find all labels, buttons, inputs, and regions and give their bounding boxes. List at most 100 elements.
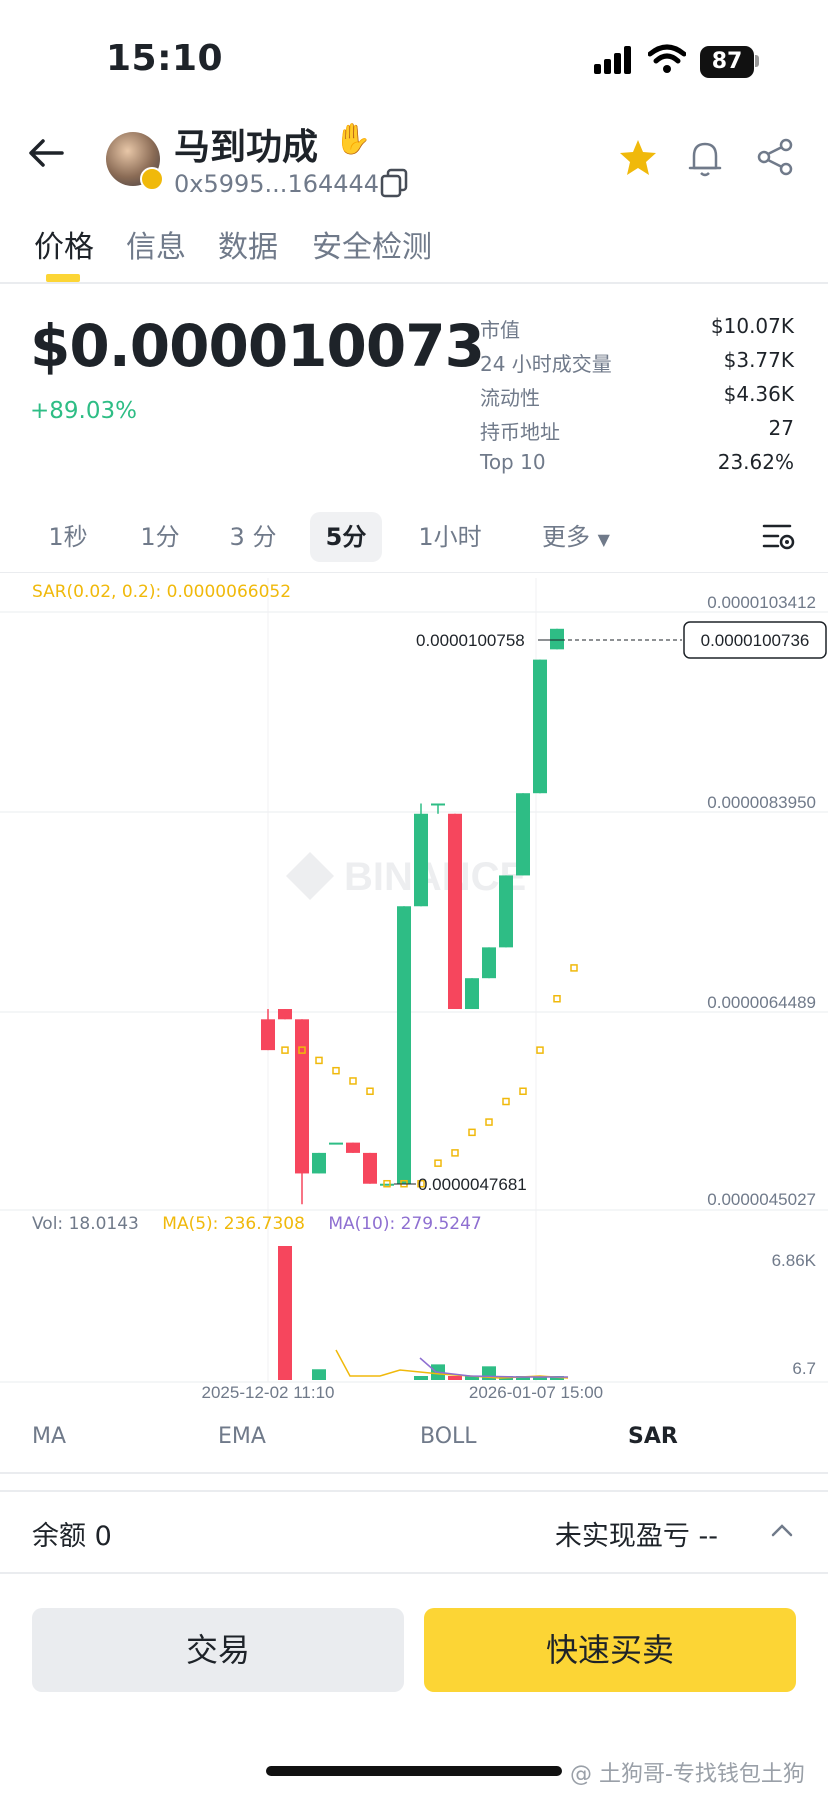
favorite-star-icon[interactable] (618, 138, 658, 176)
interval-5m[interactable]: 5分 (310, 512, 382, 562)
interval-more[interactable]: 更多 ▼ (526, 512, 626, 562)
sar-dot (366, 1087, 374, 1095)
tab-info[interactable]: 信息 (126, 222, 186, 266)
current-price-label: 0.0000100736 (701, 631, 810, 650)
sar-dot (485, 1118, 493, 1126)
bell-icon[interactable] (686, 138, 724, 178)
source-watermark: @ 土狗哥-专找钱包土狗 (570, 1762, 805, 1787)
caret-down-icon: ▼ (597, 530, 610, 549)
current-price: $0.000010073 (30, 312, 485, 380)
balance-label: 余额 0 (32, 1521, 112, 1552)
candlestick-chart[interactable]: BINANCE 0.0000103412 0.0000083950 0.0000… (0, 574, 828, 1404)
candle-body (278, 1009, 292, 1020)
sar-dot (434, 1159, 442, 1167)
copy-icon[interactable] (380, 168, 408, 198)
sar-dot (332, 1066, 340, 1075)
stat-holders-value: 27 (768, 416, 794, 440)
stat-top10-value: 23.62% (717, 450, 794, 474)
back-arrow-icon[interactable] (28, 138, 64, 168)
indicator-sar[interactable]: SAR (628, 1424, 678, 1449)
status-time: 15:10 (106, 38, 224, 79)
tab-security-check[interactable]: 安全检测 (312, 222, 432, 266)
divider (0, 572, 828, 573)
candle-body (397, 906, 411, 1184)
sar-dot (502, 1097, 510, 1106)
share-icon[interactable] (756, 138, 794, 176)
divider (0, 1472, 828, 1474)
candle-body (533, 659, 547, 794)
stat-market-cap-value: $10.07K (710, 314, 794, 338)
x-axis-labels: 2025-12-02 11:10 2026-01-07 15:00 (202, 1383, 604, 1402)
indicator-ema[interactable]: EMA (218, 1424, 266, 1449)
candle-body (431, 803, 445, 806)
x-tick-2: 2026-01-07 15:00 (469, 1383, 603, 1402)
chart-settings-icon[interactable] (762, 522, 796, 552)
volume-bar (312, 1369, 326, 1380)
candle-body (363, 1152, 377, 1184)
y-tick-3: 0.0000064489 (707, 993, 816, 1012)
chart-grid (0, 578, 828, 1383)
battery-tip (755, 55, 759, 67)
divider (0, 1490, 828, 1492)
y-axis-labels: 0.0000103412 0.0000083950 0.0000064489 0… (707, 593, 816, 1209)
candle-body (516, 793, 530, 876)
candle-body (346, 1142, 360, 1153)
chevron-up-icon[interactable] (770, 1522, 794, 1538)
stat-liquidity-value: $4.36K (723, 382, 794, 406)
volume-bar (431, 1376, 445, 1380)
sar-dot (570, 964, 578, 972)
vol-tick-bottom: 6.7 (792, 1359, 816, 1378)
tab-data[interactable]: 数据 (218, 222, 278, 266)
vol-axis-labels: 6.86K 6.7 (772, 1251, 817, 1378)
sar-dot (519, 1087, 527, 1095)
stat-top10-label: Top 10 (480, 450, 546, 474)
cellular-signal-icon (594, 46, 638, 74)
candle-body (448, 813, 462, 1010)
sar-dot (468, 1128, 476, 1137)
sar-dot (281, 1046, 289, 1054)
volume-indicator-row: Vol: 18.0143 MA(5): 236.7308 MA(10): 279… (32, 1214, 482, 1234)
battery-indicator: 87 (700, 46, 754, 78)
chart-watermark: BINANCE (286, 852, 526, 900)
candle-body (380, 1183, 394, 1186)
candle-body (550, 628, 564, 650)
active-tab-indicator (46, 274, 80, 282)
interval-3m[interactable]: 3 分 (218, 512, 288, 562)
indicator-ma[interactable]: MA (32, 1424, 66, 1449)
interval-1h[interactable]: 1小时 (412, 512, 488, 562)
unrealized-pnl: 未实现盈亏 -- (554, 1521, 718, 1552)
waving-hand-icon: ✋ (334, 122, 372, 157)
sar-indicator-label: SAR(0.02, 0.2): 0.0000066052 (32, 582, 292, 602)
candle-body (261, 1019, 275, 1051)
stat-market-cap-label: 市值 (480, 318, 520, 342)
candle-body (295, 1019, 309, 1174)
sar-dot (536, 1046, 544, 1054)
x-tick-1: 2025-12-02 11:10 (202, 1383, 335, 1402)
sar-dot (315, 1056, 323, 1065)
stat-volume-value: $3.77K (723, 348, 794, 372)
ma10-label: MA(10): 279.5247 (328, 1214, 482, 1234)
divider (0, 1572, 828, 1574)
watermark-text: BINANCE (344, 855, 526, 899)
interval-more-label: 更多 (542, 523, 591, 551)
interval-1s[interactable]: 1秒 (36, 512, 100, 562)
volume-bars (278, 1246, 569, 1380)
y-tick-1: 0.0000103412 (707, 593, 816, 612)
tab-price[interactable]: 价格 (34, 222, 94, 266)
y-tick-2: 0.0000083950 (707, 793, 816, 812)
divider (0, 282, 828, 284)
sar-dots (281, 964, 578, 1188)
indicator-boll[interactable]: BOLL (420, 1424, 477, 1449)
wifi-icon (648, 44, 686, 73)
quick-trade-button[interactable]: 快速买卖 (424, 1608, 796, 1692)
interval-1m[interactable]: 1分 (128, 512, 192, 562)
y-tick-4: 0.0000045027 (707, 1190, 816, 1209)
high-price-label: 0.0000100758 (416, 631, 525, 650)
sar-dot (349, 1077, 357, 1085)
home-indicator[interactable] (266, 1766, 562, 1776)
token-name: 马到功成 (174, 127, 319, 168)
vol-tick-top: 6.86K (772, 1251, 817, 1270)
chain-badge-icon (140, 167, 164, 191)
trade-button[interactable]: 交易 (32, 1608, 404, 1692)
sar-dot (451, 1149, 459, 1157)
